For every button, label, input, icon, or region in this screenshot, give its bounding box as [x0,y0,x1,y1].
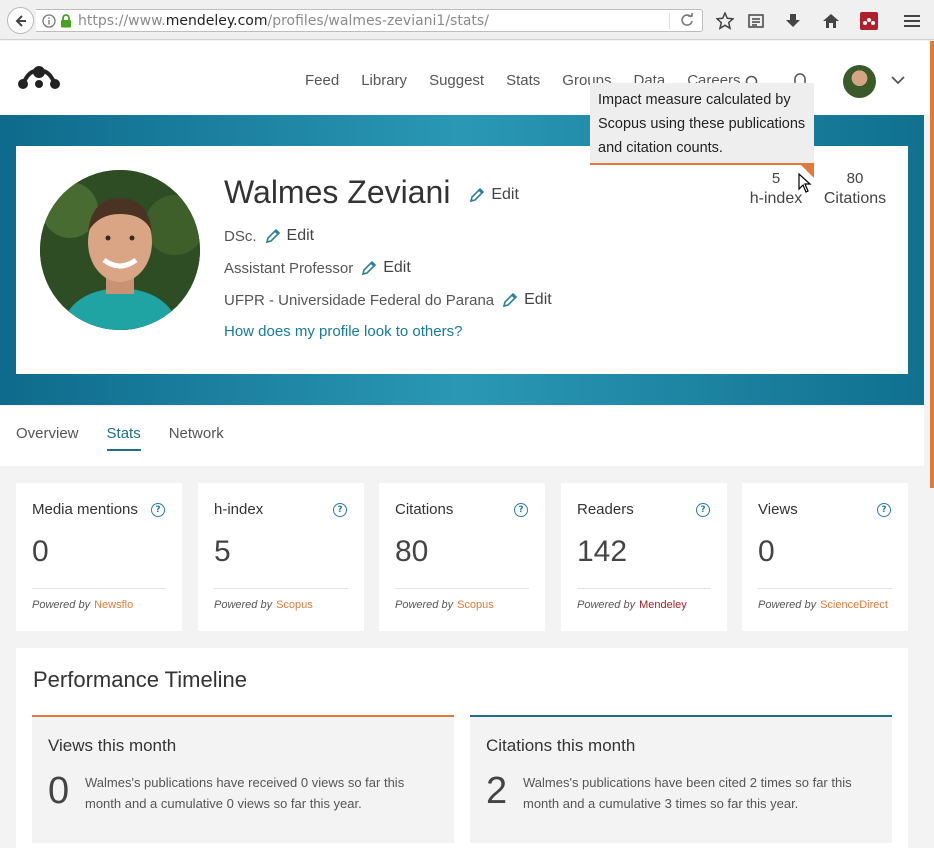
profile-institution-row: UFPR - Universidade Federal do Parana Ed… [224,291,552,309]
back-arrow-icon [15,14,26,27]
help-icon[interactable]: ? [151,503,165,517]
stat-card-h-index: h-index ? 5 Powered by Scopus [198,483,364,631]
edit-position-button[interactable]: Edit [361,259,411,277]
citations-this-month: Citations this month 2 Walmes's publicat… [470,715,892,843]
pencil-icon [362,260,377,276]
performance-heading: Performance Timeline [33,667,247,692]
source-link[interactable]: Scopus [276,599,313,611]
help-icon[interactable]: ? [696,503,710,517]
header-h-index[interactable]: 5 h-index [746,170,806,208]
stat-card-media-mentions: Media mentions ? 0 Powered by Newsflo [16,483,182,631]
profile-position: Assistant Professor [224,259,354,277]
url-text: https://www.mendeley.com/profiles/walmes… [78,12,489,29]
help-icon[interactable]: ? [333,503,347,517]
download-icon[interactable] [782,10,804,32]
profile-degree-row: DSc. Edit [224,227,314,245]
profile-card: Walmes Zeviani Edit DSc. Edit Assistant … [16,146,908,374]
profile-photo [40,170,200,330]
profile-degree: DSc. [224,227,257,245]
help-icon[interactable]: ? [877,503,891,517]
stat-card-citations: Citations ? 80 Powered by Scopus [379,483,545,631]
nav-feed[interactable]: Feed [305,72,339,89]
edit-degree-button[interactable]: Edit [265,227,314,245]
chevron-down-icon[interactable] [890,75,906,85]
profile-tabs: Overview Stats Network [16,425,252,451]
info-icon[interactable] [42,13,56,28]
reload-icon[interactable] [680,13,694,27]
pencil-icon [265,228,280,244]
reading-list-icon[interactable] [745,10,767,32]
mendeley-logo[interactable] [16,64,62,94]
scrollbar[interactable] [930,41,934,488]
header-citations[interactable]: 80 Citations [821,170,889,208]
stat-card-readers: Readers ? 142 Powered by Mendeley [561,483,727,631]
hamburger-menu-icon[interactable] [901,10,923,32]
mouse-cursor-icon [798,173,812,193]
edit-name-button[interactable]: Edit [469,186,519,204]
source-link[interactable]: Mendeley [639,599,687,611]
home-icon[interactable] [820,10,842,32]
views-this-month: Views this month 0 Walmes's publications… [32,715,454,843]
bookmark-star-icon[interactable] [714,10,736,32]
help-icon[interactable]: ? [514,503,528,517]
url-bar[interactable]: https://www.mendeley.com/profiles/walmes… [36,9,703,32]
pencil-icon [503,292,518,308]
tab-overview[interactable]: Overview [16,425,79,451]
source-link[interactable]: Scopus [457,599,494,611]
h-index-tooltip: Impact measure calculated by Scopus usin… [590,83,814,165]
nav-stats[interactable]: Stats [506,72,540,89]
performance-timeline: Performance Timeline Views this month 0 … [16,648,908,848]
browser-toolbar: https://www.mendeley.com/profiles/walmes… [0,0,934,40]
back-button[interactable] [7,7,34,34]
profile-name: Walmes Zeviani Edit [224,174,519,210]
mendeley-extension-icon[interactable] [858,10,880,32]
tab-network[interactable]: Network [169,425,224,451]
profile-position-row: Assistant Professor Edit [224,259,411,277]
source-link[interactable]: ScienceDirect [820,599,888,611]
edit-institution-button[interactable]: Edit [502,291,552,309]
profile-institution: UFPR - Universidade Federal do Parana [224,291,495,309]
user-avatar[interactable] [843,65,876,98]
pencil-icon [470,187,485,202]
tab-stats[interactable]: Stats [106,425,141,451]
nav-suggest[interactable]: Suggest [429,72,484,89]
lock-icon [61,13,71,27]
stat-card-views: Views ? 0 Powered by ScienceDirect [742,483,908,631]
view-profile-as-others-link[interactable]: How does my profile look to others? [224,323,462,340]
source-link[interactable]: Newsflo [94,599,133,611]
nav-library[interactable]: Library [361,72,407,89]
